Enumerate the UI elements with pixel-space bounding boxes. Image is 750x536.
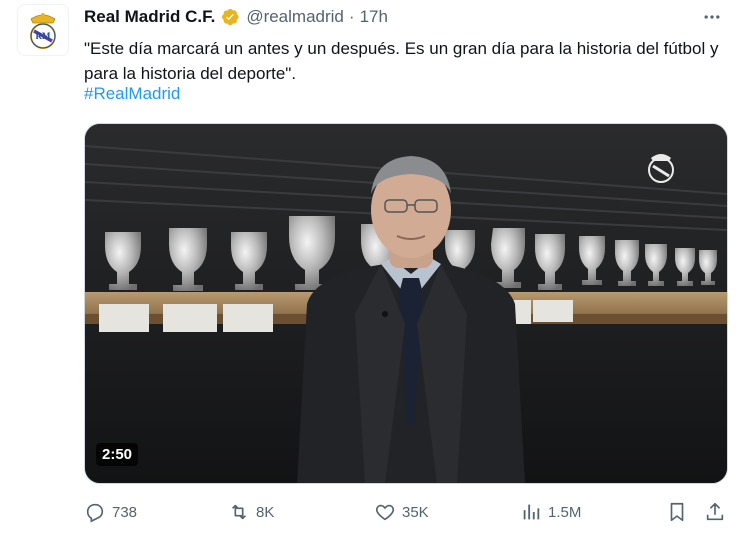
heart-icon (376, 504, 394, 521)
author-name[interactable]: Real Madrid C.F. (84, 7, 215, 27)
video-player[interactable] (84, 123, 728, 484)
like-count: 35K (402, 503, 429, 521)
views-button[interactable]: 1.5M (520, 498, 581, 526)
svg-text:RM: RM (36, 31, 51, 41)
share-icon (706, 502, 724, 521)
tweet-text: "Este día marcará un antes y un después.… (84, 36, 734, 86)
verified-badge-icon[interactable] (220, 7, 240, 27)
separator-dot: · (348, 7, 355, 26)
real-madrid-crest-icon: RM (30, 13, 56, 49)
author-handle[interactable]: @realmadrid (246, 7, 344, 27)
avatar[interactable]: RM (17, 4, 69, 56)
tweet-body: "Este día marcará un antes y un después.… (84, 39, 719, 83)
retweet-icon (231, 504, 247, 520)
hashtag-link[interactable]: #RealMadrid (84, 84, 180, 104)
share-button[interactable] (704, 498, 732, 526)
video-thumbnail (85, 124, 727, 483)
retweet-count: 8K (256, 503, 275, 521)
like-button[interactable]: 35K (374, 498, 429, 526)
tweet-actions: 738 8K 35K 1.5M (84, 498, 734, 526)
timestamp[interactable]: 17h (360, 7, 388, 27)
tweet-header: Real Madrid C.F. @realmadrid · 17h (84, 5, 730, 29)
views-icon (523, 504, 540, 520)
tweet[interactable]: RM Real Madrid C.F. @realmadrid · 17h "E… (0, 0, 750, 536)
bookmark-icon (670, 502, 684, 522)
views-count: 1.5M (548, 503, 582, 521)
reply-icon (86, 503, 104, 523)
reply-count: 738 (112, 503, 138, 521)
more-icon[interactable] (700, 7, 724, 27)
retweet-button[interactable]: 8K (228, 498, 274, 526)
bookmark-button[interactable] (666, 498, 694, 526)
video-duration-badge: 2:50 (96, 443, 139, 466)
reply-button[interactable]: 738 (84, 498, 137, 526)
